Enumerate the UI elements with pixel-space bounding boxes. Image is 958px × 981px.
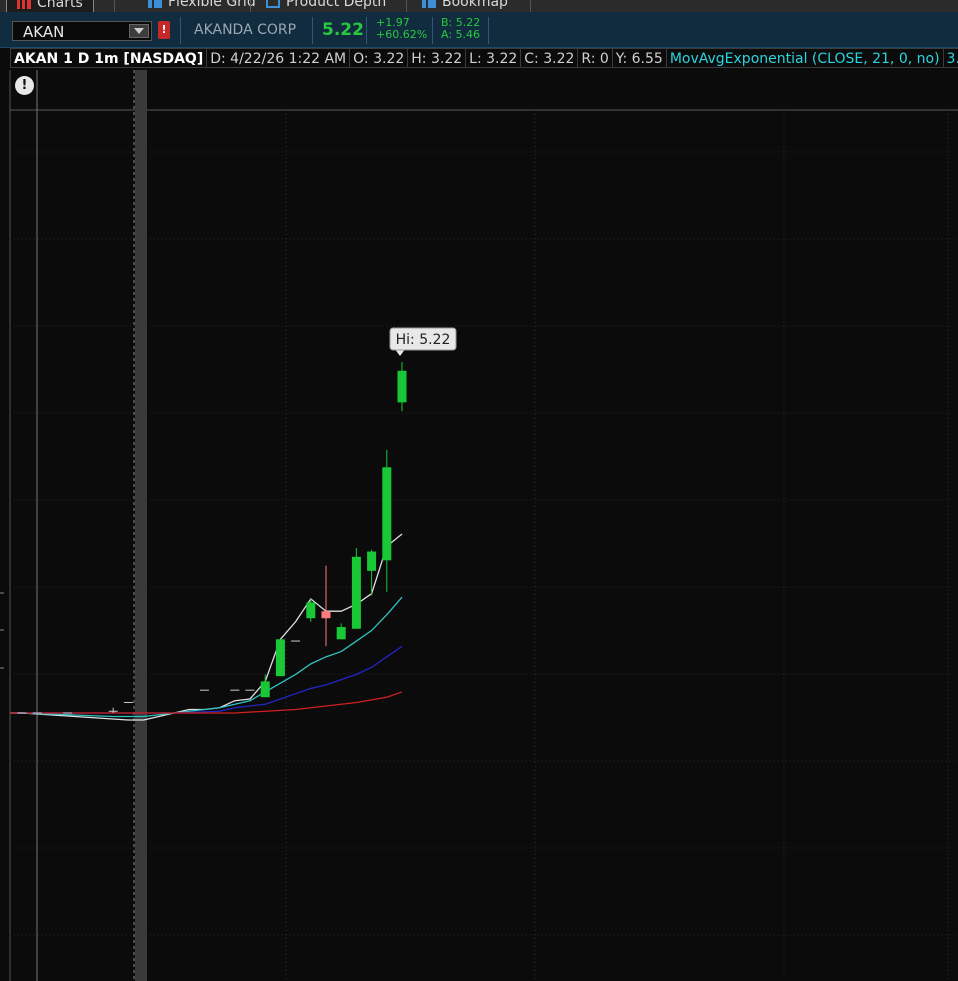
tab-product-depth[interactable]: Product Depth — [266, 0, 386, 12]
tab-bookmap[interactable]: Bookmap — [422, 0, 508, 12]
tab-charts[interactable]: Charts — [6, 0, 94, 12]
tab-divider — [406, 0, 407, 12]
quote-bar: AKAN ! AKANDA CORP 5.22 +1.97 +60.62% B:… — [0, 12, 958, 48]
candle-body — [336, 627, 346, 640]
info-open: O: 3.22 — [349, 48, 409, 68]
tab-divider — [114, 0, 115, 12]
info-y: Y: 6.55 — [611, 48, 667, 68]
info-range: R: 0 — [577, 48, 613, 68]
info-date: D: 4/22/26 1:22 AM — [206, 48, 351, 68]
tab-label: Product Depth — [286, 0, 387, 10]
alert-icon[interactable]: ! — [15, 76, 34, 95]
percent-change: +60.62% — [376, 28, 428, 41]
tab-label: Charts — [37, 0, 83, 11]
session-break-band — [135, 70, 147, 981]
candle-body — [351, 556, 361, 629]
tab-label: Flexible Grid — [168, 0, 256, 10]
tab-flexible-grid[interactable]: Flexible Grid — [148, 0, 256, 12]
candle-body — [382, 467, 392, 561]
chevron-down-icon[interactable] — [129, 24, 149, 38]
divider — [312, 17, 313, 44]
divider — [432, 17, 433, 44]
info-low: L: 3.22 — [465, 48, 522, 68]
symbol-input[interactable]: AKAN — [12, 21, 152, 41]
symbol-value: AKAN — [23, 23, 65, 41]
company-name: AKANDA CORP — [194, 22, 297, 38]
tab-divider — [530, 0, 531, 12]
bookmap-icon — [422, 0, 436, 8]
candle-body — [367, 551, 377, 571]
info-high: H: 3.22 — [407, 48, 467, 68]
divider — [366, 17, 367, 44]
divider — [180, 17, 181, 44]
divider — [488, 17, 489, 44]
tab-bar: Charts Flexible Grid Product Depth Bookm… — [0, 0, 958, 12]
grid-icon — [148, 0, 162, 8]
candle-body — [321, 611, 331, 619]
chart-info-bar: AKAN 1 D 1m [NASDAQ] D: 4/22/26 1:22 AM O:… — [0, 48, 958, 70]
ask-price: A: 5.46 — [441, 28, 481, 41]
candle-body — [306, 602, 316, 619]
study-value: 3.2 — [942, 48, 958, 68]
study-label[interactable]: MovAvgExponential (CLOSE, 21, 0, no) — [665, 48, 944, 68]
price-chart[interactable]: Hi: 5.22 — [0, 70, 958, 981]
chart-title[interactable]: AKAN 1 D 1m [NASDAQ] — [10, 48, 208, 68]
hi-label-text: Hi: 5.22 — [396, 332, 451, 348]
tab-label: Bookmap — [442, 0, 508, 10]
bar-chart-icon — [17, 0, 31, 9]
tab-divider — [250, 0, 251, 12]
last-price: 5.22 — [322, 20, 364, 40]
alert-flag-icon[interactable]: ! — [158, 21, 170, 39]
info-close: C: 3.22 — [520, 48, 579, 68]
candle-body — [260, 681, 270, 698]
candle-body — [275, 639, 285, 677]
candle-body — [397, 370, 407, 403]
depth-icon — [266, 0, 280, 8]
